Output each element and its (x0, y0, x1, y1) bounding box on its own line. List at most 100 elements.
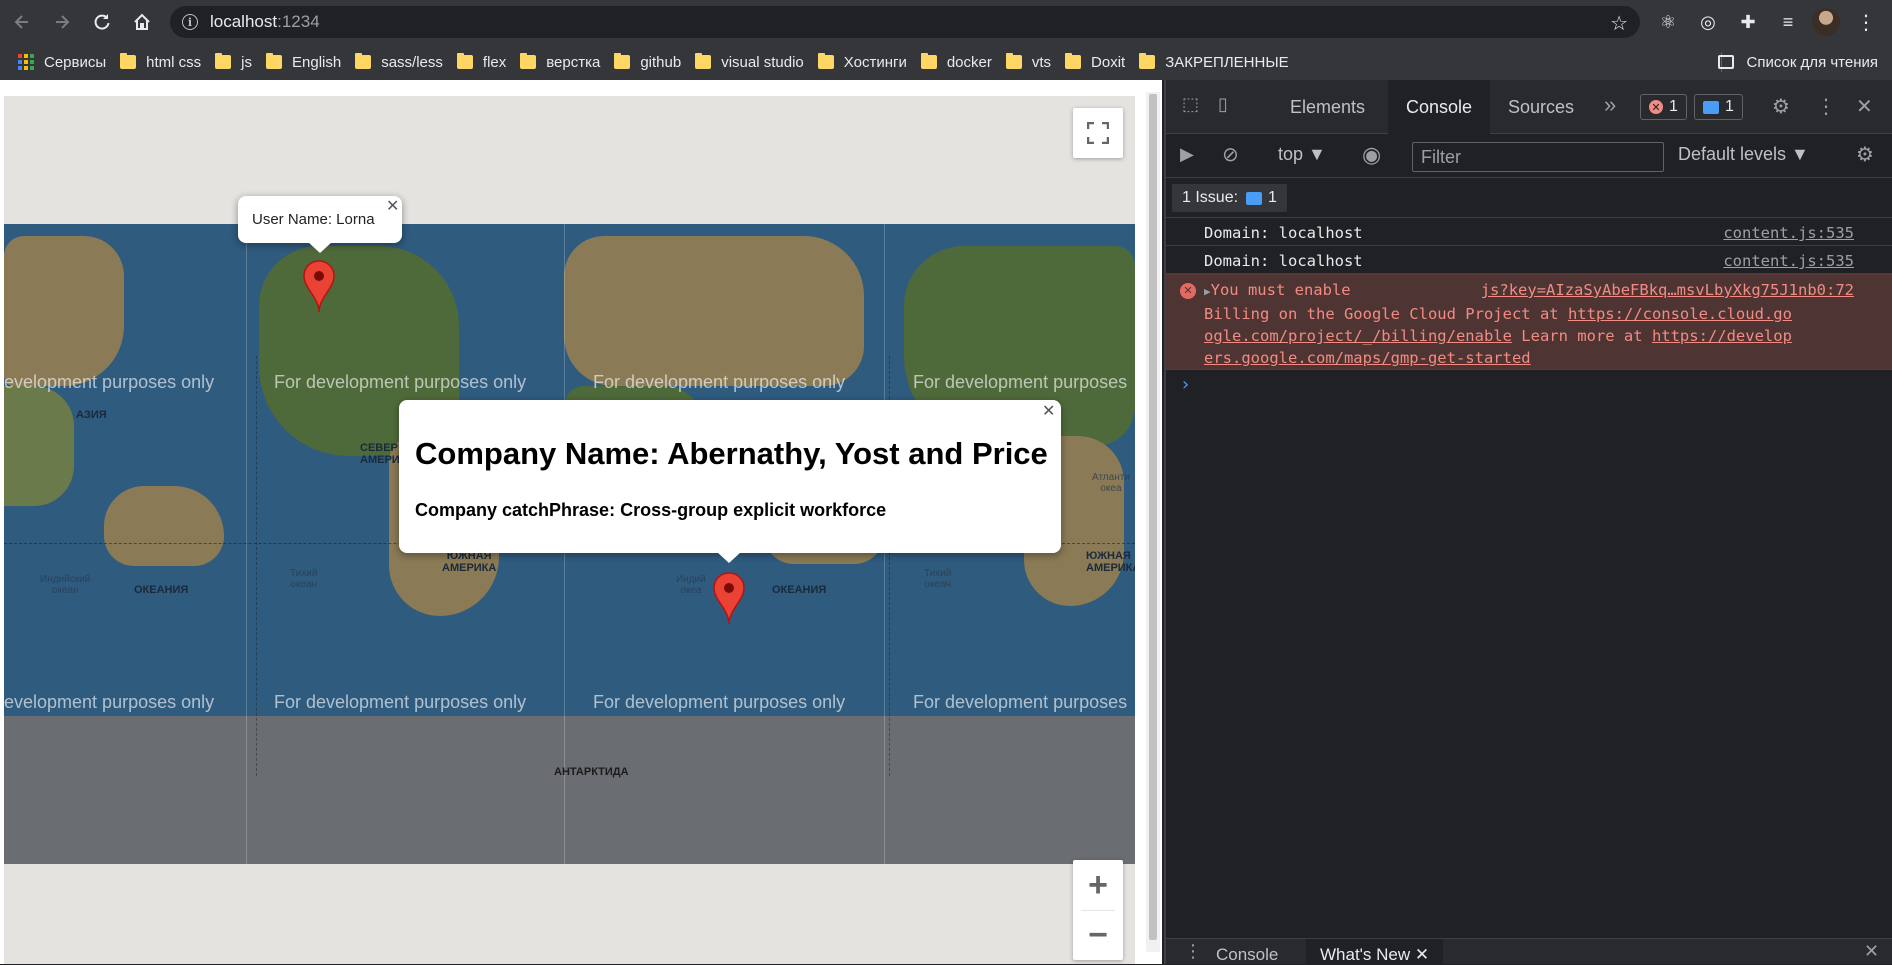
context-selector[interactable]: top ▼ (1278, 144, 1326, 165)
drawer-menu-icon[interactable]: ⋮ (1184, 941, 1202, 962)
bookmark-folder[interactable]: Doxit (1059, 48, 1133, 76)
target-extension-icon[interactable]: ◎ (1694, 8, 1722, 36)
error-source-link[interactable]: js?key=AIzaSyAbeFBkq…msvLbyXkg75J1nb0:72 (1481, 279, 1854, 301)
map-watermark: For development purposes only (593, 692, 846, 712)
address-bar[interactable]: i localhost:1234 ☆ (170, 6, 1640, 38)
bookmark-folder[interactable]: English (260, 48, 349, 76)
fullscreen-icon (1087, 122, 1109, 144)
close-devtools-icon[interactable]: ✕ (1856, 94, 1873, 119)
info-window-user: User Name: Lorna ✕ (238, 196, 402, 253)
bookmark-folder[interactable]: Хостинги (812, 48, 915, 76)
bookmark-folder[interactable]: sass/less (349, 48, 451, 76)
close-icon[interactable]: ✕ (1042, 404, 1055, 420)
bookmark-folder[interactable]: github (608, 48, 689, 76)
map-antarctica (4, 716, 1135, 864)
issues-button[interactable]: 1 Issue: 1 (1172, 184, 1287, 212)
folder-icon (695, 53, 712, 69)
live-expression-eye-icon[interactable]: ◉ (1362, 142, 1381, 168)
forward-icon[interactable] (42, 2, 82, 42)
bookmark-folder[interactable]: ЗАКРЕПЛЕННЫЕ (1133, 48, 1296, 76)
info-icon[interactable]: i (182, 14, 198, 30)
page-viewport: evelopment purposes only For development… (0, 80, 1162, 964)
error-link[interactable]: ers.google.com/maps/gmp-get-started (1204, 349, 1531, 367)
console-filter-input[interactable]: Filter (1412, 142, 1664, 172)
expand-arrow-icon[interactable]: ▶ (1204, 285, 1211, 298)
more-tabs-icon[interactable]: » (1604, 92, 1616, 118)
log-source-link[interactable]: content.js:535 (1723, 252, 1854, 270)
page-scrollbar[interactable] (1146, 92, 1160, 952)
fullscreen-button[interactable] (1073, 108, 1123, 158)
map-label-oceania: ОКЕАНИЯ (772, 584, 827, 596)
console-prompt[interactable]: › (1180, 374, 1191, 395)
zoom-out-button[interactable]: − (1073, 910, 1123, 960)
map-label-atlantic-ocean: Атланти океа (1092, 472, 1130, 494)
settings-gear-icon[interactable]: ⚙ (1772, 94, 1790, 119)
tab-console[interactable]: Console (1388, 80, 1491, 134)
map-marker-icon[interactable] (302, 260, 336, 314)
devtools-menu-icon[interactable]: ⋮ (1816, 94, 1836, 119)
map-label-pacific-ocean: Тихий океан (290, 568, 318, 590)
error-count-badge[interactable]: ✕ 1 (1640, 94, 1687, 120)
devtools-tabbar: ⬚ ▯ Elements Console Sources » ✕ 1 1 ⚙ ⋮ … (1166, 80, 1892, 134)
console-settings-icon[interactable]: ⚙ (1856, 142, 1874, 167)
media-queue-icon[interactable]: ≡ (1774, 8, 1802, 36)
map-label-pacific-ocean: Тихий океан (924, 568, 952, 590)
close-drawer-icon[interactable]: ✕ (1864, 941, 1879, 962)
bookmark-folder[interactable]: vts (1000, 48, 1059, 76)
bookmark-star-icon[interactable]: ☆ (1610, 11, 1628, 36)
close-icon[interactable]: ✕ (386, 199, 399, 215)
error-text: Billing on the Google Cloud Project at (1204, 305, 1568, 323)
react-devtools-icon[interactable]: ⚛ (1654, 8, 1682, 36)
inspect-element-icon[interactable]: ⬚ (1182, 94, 1199, 115)
drawer-tab-console[interactable]: Console (1202, 939, 1292, 965)
profile-avatar[interactable] (1812, 8, 1840, 36)
bookmark-label: English (292, 53, 342, 71)
bookmarks-bar: Сервисы html css js English sass/less fl… (0, 44, 1892, 80)
drawer-tab-whats-new[interactable]: What's New ✕ (1306, 939, 1444, 965)
clear-console-icon[interactable]: ⊘ (1222, 142, 1239, 167)
reload-icon[interactable] (82, 2, 122, 42)
bookmark-folder[interactable]: docker (915, 48, 1000, 76)
chrome-menu-icon[interactable]: ⋮ (1852, 8, 1880, 36)
bookmark-label: Хостинги (843, 53, 907, 71)
close-icon[interactable]: ✕ (1415, 945, 1429, 964)
scrollbar-thumb[interactable] (1149, 94, 1157, 940)
message-count-badge[interactable]: 1 (1694, 94, 1743, 120)
home-icon[interactable] (122, 2, 162, 42)
map-watermark: For development purposes only (593, 372, 846, 392)
bookmark-folder[interactable]: js (209, 48, 260, 76)
map-watermark: For development purposes (913, 692, 1128, 712)
bookmark-folder[interactable]: верстка (514, 48, 608, 76)
tab-elements[interactable]: Elements (1272, 80, 1383, 134)
tab-sources[interactable]: Sources (1490, 80, 1592, 134)
log-source-link[interactable]: content.js:535 (1723, 224, 1854, 242)
back-icon[interactable] (2, 2, 42, 42)
error-link[interactable]: https://console.cloud.go (1568, 305, 1792, 323)
zoom-in-button[interactable]: + (1073, 860, 1123, 910)
bookmark-apps[interactable]: Сервисы (12, 48, 114, 76)
map-marker-icon[interactable] (712, 572, 746, 626)
reading-list-button[interactable]: Список для чтения (1718, 48, 1878, 76)
log-levels-dropdown[interactable]: Default levels ▼ (1678, 144, 1809, 165)
sidebar-toggle-icon[interactable]: ▶ (1180, 144, 1194, 165)
bookmark-folder[interactable]: flex (451, 48, 514, 76)
drawer-tab-label: What's New (1320, 945, 1411, 964)
device-toggle-icon[interactable]: ▯ (1218, 94, 1228, 115)
folder-icon (520, 53, 537, 69)
error-link[interactable]: ogle.com/project/_/billing/enable (1204, 327, 1512, 345)
console-error-line: ✕ ▶You must enable Billing on the Google… (1166, 274, 1892, 370)
bookmark-label: flex (482, 53, 507, 71)
google-map[interactable]: evelopment purposes only For development… (4, 96, 1135, 964)
console-log-line: Domain: localhost content.js:535 (1166, 218, 1892, 246)
map-dateline (256, 356, 257, 776)
map-label-north-america: СЕВЕР АМЕРИ (360, 442, 400, 466)
bookmark-label: docker (946, 53, 992, 71)
folder-icon (120, 53, 137, 69)
folder-icon (355, 53, 372, 69)
devtools-panel: ⬚ ▯ Elements Console Sources » ✕ 1 1 ⚙ ⋮ … (1164, 80, 1892, 965)
extensions-puzzle-icon[interactable]: ✚ (1734, 8, 1762, 36)
error-link[interactable]: https://develop (1652, 327, 1792, 345)
bookmark-folder[interactable]: html css (114, 48, 209, 76)
map-land-asia-left (4, 236, 124, 386)
bookmark-folder[interactable]: visual studio (689, 48, 812, 76)
